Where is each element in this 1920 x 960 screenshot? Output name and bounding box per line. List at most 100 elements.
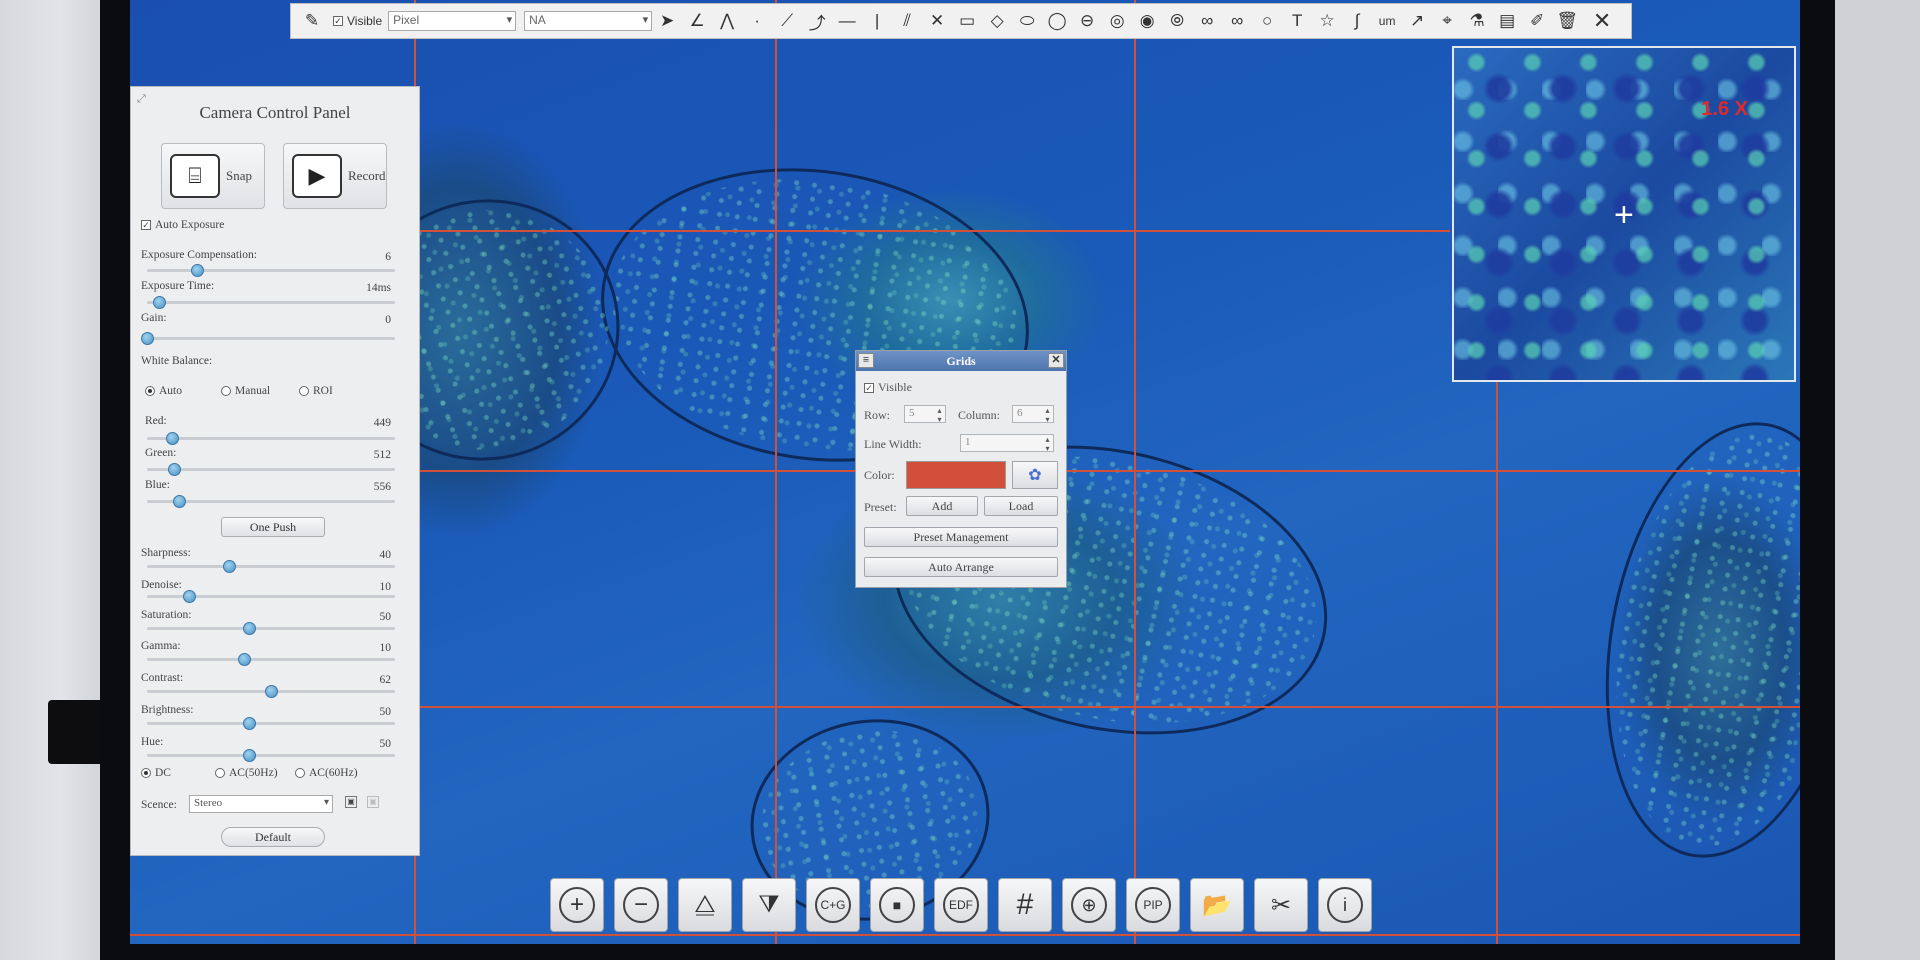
linked-circles-icon[interactable]: ∞ [1225,9,1249,33]
circle-icon[interactable]: ◯ [1045,9,1069,33]
hue-slider[interactable] [147,749,395,762]
arrow-icon[interactable]: ↗ [1405,9,1429,33]
gain-slider[interactable] [141,332,395,345]
preset-add-button[interactable]: Add [906,496,978,516]
cross-lines-icon[interactable]: ✕ [925,9,949,33]
red-slider[interactable] [147,432,395,445]
point-icon[interactable]: · [745,9,769,33]
power-dc-radio[interactable]: DC [141,767,171,779]
denoise-slider[interactable] [147,590,395,603]
pointer-icon[interactable]: ➤ [655,9,679,33]
line-icon[interactable]: ⟋ [775,9,799,33]
default-button[interactable]: Default [221,827,325,847]
wb-manual-radio[interactable]: Manual [221,385,270,397]
parallel-lines-icon[interactable]: ⫽ [895,9,919,33]
grids-visible-checkbox[interactable]: ✓ [864,382,874,393]
color-swatch[interactable] [906,461,1006,489]
flip-vertical-button[interactable]: ⧩ [742,878,796,932]
arbitrary-line-icon[interactable]: ⤴ [805,9,829,33]
sharpness-slider[interactable] [147,560,395,573]
stop-button[interactable]: ■ [870,878,924,932]
green-slider[interactable] [147,463,395,476]
close-icon[interactable]: ✕ [1048,353,1064,368]
saturation-slider[interactable] [147,622,395,635]
brightness-slider[interactable] [147,717,395,730]
circle-center-icon[interactable]: ⊖ [1075,9,1099,33]
auto-exposure-row[interactable]: ✓ Auto Exposure [141,219,224,231]
menu-icon[interactable]: ≡ [858,353,874,368]
slider-handle[interactable] [265,685,278,698]
wb-auto-radio[interactable]: Auto [145,385,182,397]
two-circles-icon[interactable]: ⦾ [1165,9,1189,33]
power-ac60-radio[interactable]: AC(60Hz) [295,767,358,779]
wb-roi-radio[interactable]: ROI [299,385,333,397]
power-ac50-radio[interactable]: AC(50Hz) [215,767,278,779]
text-icon[interactable]: T [1285,9,1309,33]
slider-handle[interactable] [141,332,154,345]
unit-select[interactable]: Pixel [388,11,517,31]
preset-load-button[interactable]: Load [984,496,1058,516]
slider-handle[interactable] [153,296,167,309]
slider-handle[interactable] [173,495,187,508]
blue-slider[interactable] [147,495,395,508]
info-button[interactable]: i [1318,878,1372,932]
flip-horizontal-button[interactable]: ⧋ [678,878,732,932]
slider-handle[interactable] [165,432,179,445]
auto-arrange-button[interactable]: Auto Arrange [864,557,1058,577]
slider-handle[interactable] [222,560,236,573]
arc-icon[interactable]: ○ [1255,9,1279,33]
delete-icon[interactable]: 🗑 [1555,9,1579,33]
circle-pair-icon[interactable]: ∞ [1195,9,1219,33]
scene-select[interactable]: Stereo ▾ [189,795,333,813]
horizontal-line-icon[interactable]: — [835,9,859,33]
settings-icon[interactable]: ✐ [1525,9,1549,33]
secondary-select[interactable]: NA [524,11,653,31]
curve-icon[interactable]: ∫ [1345,9,1369,33]
pip-button[interactable]: PIP [1126,878,1180,932]
diamond-icon[interactable]: ◇ [985,9,1009,33]
panel-icon[interactable]: ▤ [1495,9,1519,33]
row-spinner[interactable]: 5 [904,405,946,424]
column-spinner[interactable]: 6 [1012,405,1054,424]
exposure-time-slider[interactable] [147,296,395,309]
slider-handle[interactable] [168,463,182,476]
line-width-spinner[interactable]: 1 [960,434,1054,453]
one-push-button[interactable]: One Push [221,517,325,537]
scene-save-icon[interactable]: ▣ [345,796,357,808]
ellipse-icon[interactable]: ⬭ [1015,9,1039,33]
slider-handle[interactable] [242,749,256,762]
magnifier-preview[interactable]: 1.6 X + [1452,46,1796,382]
grids-titlebar[interactable]: ≡ Grids ✕ [856,351,1066,371]
microscope-live-view[interactable]: ✎ ✓ Visible Pixel NA ➤ ∠ ⋀ · ⟋ ⤴ — | ⫽ ✕… [130,0,1800,944]
grids-visible-row[interactable]: ✓ Visible [864,380,912,395]
calibrate-icon[interactable]: ⌖ [1435,9,1459,33]
close-icon[interactable]: ✕ [1590,8,1614,33]
target-button[interactable]: ⊕ [1062,878,1116,932]
contrast-slider[interactable] [147,685,395,698]
snap-button[interactable]: ⌸ Snap [161,143,265,209]
folder-button[interactable]: 📂 [1190,878,1244,932]
scene-delete-icon[interactable]: ▣ [367,796,379,808]
slider-handle[interactable] [242,717,256,730]
slider-handle[interactable] [190,264,204,277]
zoom-in-button[interactable]: + [550,878,604,932]
pin-icon[interactable]: ✎ [300,9,324,33]
concentric-circles-icon[interactable]: ◉ [1135,9,1159,33]
annulus-icon[interactable]: ◎ [1105,9,1129,33]
tools-button[interactable]: ✂ [1254,878,1308,932]
zoom-out-button[interactable]: − [614,878,668,932]
star-icon[interactable]: ☆ [1315,9,1339,33]
polyline-angle-icon[interactable]: ⋀ [715,9,739,33]
gamma-slider[interactable] [147,653,395,666]
scale-unit-icon[interactable]: um [1375,9,1399,33]
slider-handle[interactable] [242,622,256,635]
slider-handle[interactable] [237,653,251,666]
auto-exposure-checkbox[interactable]: ✓ [141,220,151,230]
preset-management-button[interactable]: Preset Management [864,527,1058,547]
angle-icon[interactable]: ∠ [685,9,709,33]
vertical-line-icon[interactable]: | [865,9,889,33]
grid-button[interactable]: # [998,878,1052,932]
rectangle-icon[interactable]: ▭ [955,9,979,33]
color-gray-button[interactable]: C+G [806,878,860,932]
color-picker-button[interactable]: ✿ [1012,461,1058,489]
